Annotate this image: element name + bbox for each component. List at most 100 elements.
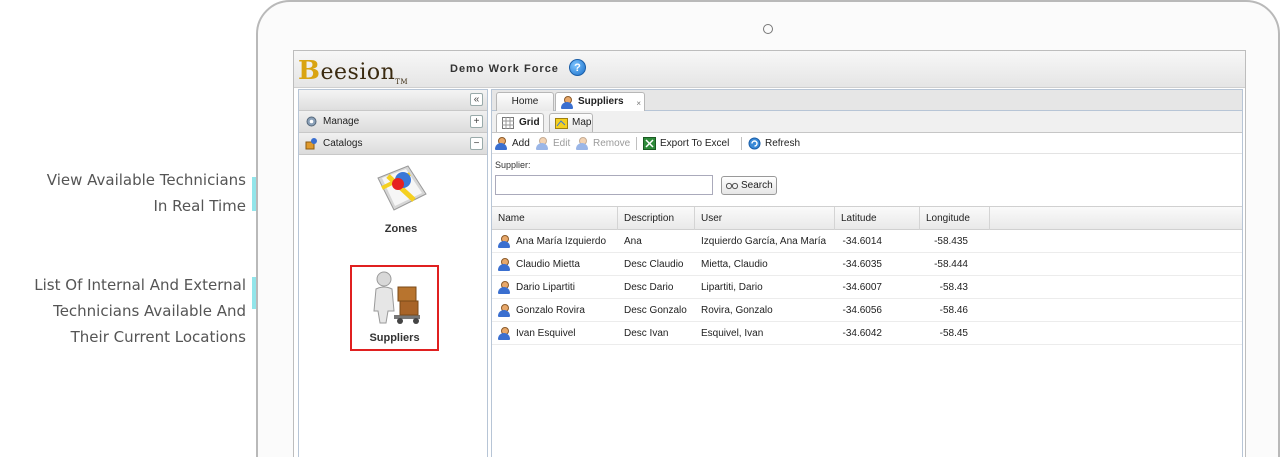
cell-latitude: -34.6014: [842, 236, 882, 247]
grid-header: Name Description User Latitude Longitude: [492, 206, 1242, 230]
toolbar-divider: [636, 137, 637, 150]
cell-latitude: -34.6056: [842, 305, 882, 316]
column-header-user[interactable]: User: [695, 207, 835, 230]
cell-longitude: -58.46: [939, 305, 968, 316]
add-user-icon: [495, 137, 507, 150]
callout-line: View Available Technicians: [46, 171, 246, 189]
collapse-button[interactable]: −: [470, 137, 483, 150]
remove-user-icon: [576, 137, 588, 150]
remove-label: Remove: [593, 138, 631, 149]
table-row[interactable]: Dario Lipartiti Desc Dario Lipartiti, Da…: [492, 276, 1242, 299]
cell-latitude: -34.6007: [842, 282, 882, 293]
callout-line: List Of Internal And External: [34, 276, 246, 294]
name-text: Ana María Izquierdo: [516, 236, 607, 247]
catalogs-icon: [305, 138, 317, 150]
zones-item[interactable]: Zones: [361, 160, 441, 235]
main-tabs: Home Suppliers ×: [492, 90, 1242, 111]
callout-line: Technicians Available And: [53, 302, 246, 320]
accordion-label: Catalogs: [323, 138, 363, 149]
search-label: Search: [741, 180, 773, 191]
tab-label: Suppliers: [578, 96, 624, 107]
person-icon: [498, 258, 510, 271]
refresh-label: Refresh: [765, 138, 801, 149]
column-header-longitude[interactable]: Longitude: [920, 207, 990, 230]
cell-user: Mietta, Claudio: [701, 259, 768, 270]
manage-icon: [306, 116, 317, 127]
column-header-description[interactable]: Description: [618, 207, 695, 230]
callout-real-time: View Available Technicians In Real Time: [47, 167, 246, 219]
add-label: Add: [512, 138, 530, 149]
export-label: Export To Excel: [660, 138, 730, 149]
navigation-panel-header: «: [299, 90, 487, 111]
cell-user: Esquivel, Ivan: [701, 328, 764, 339]
accordion-catalogs[interactable]: Catalogs −: [299, 133, 487, 155]
cell-name: Claudio Mietta: [492, 253, 618, 276]
cell-name: Ivan Esquivel: [492, 322, 618, 345]
tab-map[interactable]: Map: [549, 113, 593, 132]
callout-technicians-list: List Of Internal And External Technician…: [34, 272, 246, 350]
app-header: BeesionTM Demo Work Force ?: [294, 51, 1245, 88]
camera-icon: [763, 24, 773, 34]
cell-user: Rovira, Gonzalo: [701, 305, 773, 316]
cell-description: Desc Gonzalo: [624, 305, 687, 316]
column-header-latitude[interactable]: Latitude: [835, 207, 920, 230]
column-header-name[interactable]: Name: [492, 207, 618, 230]
excel-icon: [643, 137, 656, 150]
cell-latitude: -34.6035: [842, 259, 882, 270]
table-row[interactable]: Ana María Izquierdo Ana Izquierdo García…: [492, 230, 1242, 253]
cell-name: Gonzalo Rovira: [492, 299, 618, 322]
edit-user-icon: [536, 137, 548, 150]
cell-name: Ana María Izquierdo: [492, 230, 618, 253]
add-button[interactable]: Add: [495, 137, 530, 150]
person-icon: [498, 281, 510, 294]
table-row[interactable]: Ivan Esquivel Desc Ivan Esquivel, Ivan -…: [492, 322, 1242, 345]
remove-button[interactable]: Remove: [576, 137, 630, 150]
callout-line: Their Current Locations: [70, 328, 246, 346]
refresh-icon: [748, 137, 761, 150]
table-row[interactable]: Claudio Mietta Desc Claudio Mietta, Clau…: [492, 253, 1242, 276]
person-icon: [561, 96, 573, 109]
table-row[interactable]: Gonzalo Rovira Desc Gonzalo Rovira, Gonz…: [492, 299, 1242, 322]
tab-label: Grid: [519, 117, 540, 128]
expand-button[interactable]: +: [470, 115, 483, 128]
suppliers-label: Suppliers: [369, 332, 420, 344]
supplier-search-input[interactable]: [495, 175, 713, 195]
accordion-manage[interactable]: Manage +: [299, 111, 487, 133]
cell-name: Dario Lipartiti: [492, 276, 618, 299]
callout-line: In Real Time: [153, 197, 246, 215]
cell-user: Lipartiti, Dario: [701, 282, 763, 293]
help-icon[interactable]: ?: [569, 59, 586, 76]
cell-description: Desc Claudio: [624, 259, 684, 270]
cell-description: Desc Dario: [624, 282, 674, 293]
zones-map-icon: [377, 165, 427, 211]
edit-label: Edit: [553, 138, 571, 149]
suppliers-icon: [372, 271, 420, 324]
binoculars-icon: [726, 182, 738, 190]
app-title: Demo Work Force: [450, 63, 559, 75]
tab-grid[interactable]: Grid: [496, 113, 544, 132]
suppliers-item[interactable]: Suppliers: [350, 265, 439, 351]
name-text: Dario Lipartiti: [516, 282, 575, 293]
cell-latitude: -34.6042: [842, 328, 882, 339]
accordion-label: Manage: [323, 116, 360, 127]
tab-suppliers[interactable]: Suppliers ×: [555, 92, 645, 111]
cell-longitude: -58.435: [934, 236, 968, 247]
person-icon: [498, 327, 510, 340]
cell-longitude: -58.444: [934, 259, 968, 270]
supplier-filter-label: Supplier:: [495, 160, 531, 170]
tab-home[interactable]: Home: [496, 92, 554, 111]
suppliers-grid: Name Description User Latitude Longitude…: [492, 206, 1242, 345]
navigation-panel: « Manage + Catalogs − Zones Suppliers: [298, 89, 488, 457]
cell-description: Ana: [624, 236, 642, 247]
export-excel-button[interactable]: Export To Excel: [643, 137, 729, 150]
edit-button[interactable]: Edit: [536, 137, 570, 150]
app-screen: BeesionTM Demo Work Force ? « Manage + C…: [293, 50, 1246, 457]
cell-longitude: -58.45: [939, 328, 968, 339]
refresh-button[interactable]: Refresh: [748, 137, 800, 150]
collapse-panel-button[interactable]: «: [470, 93, 483, 106]
tab-label: Map: [572, 117, 592, 128]
cell-user: Izquierdo García, Ana María: [701, 236, 827, 247]
person-icon: [498, 304, 510, 317]
search-button[interactable]: Search: [721, 176, 777, 195]
zones-label: Zones: [384, 223, 418, 235]
